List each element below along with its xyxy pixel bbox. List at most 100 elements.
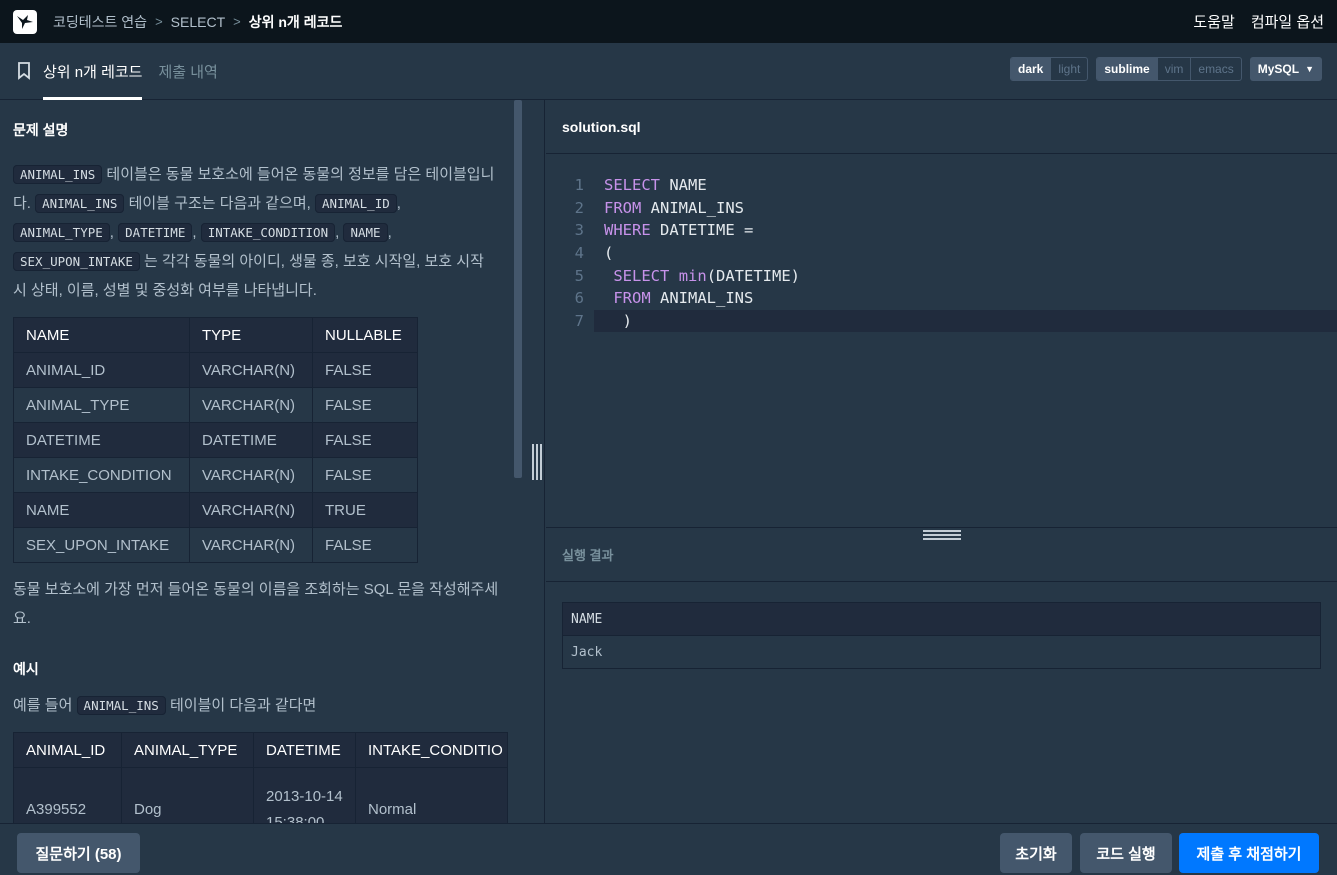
compile-options-link[interactable]: 컴파일 옵션 (1251, 11, 1324, 32)
table-header: INTAKE_CONDITIO (355, 732, 508, 768)
code-token: FROM (604, 198, 642, 217)
code-token: WHERE (604, 221, 651, 240)
help-link[interactable]: 도움말 (1193, 11, 1234, 32)
code-line[interactable]: 5 SELECT min (DATETIME) (546, 264, 1337, 287)
table-cell: Normal (355, 767, 508, 823)
code-line[interactable]: 6 FROM ANIMAL_INS (546, 287, 1337, 310)
editor-filename: solution.sql (546, 100, 1337, 154)
code-token: NAME (660, 176, 707, 195)
breadcrumb: 코딩테스트 연습 > SELECT > 상위 n개 레코드 (53, 12, 342, 32)
table-cell: TRUE (312, 492, 418, 528)
code-lines[interactable]: 1 SELECT NAME 2 FROM ANIMAL_INS 3 WHERE DATET… (546, 154, 1337, 333)
description-text: , (396, 195, 401, 212)
reset-button[interactable]: 초기화 (1000, 833, 1072, 873)
table-cell: INTAKE_CONDITION (13, 457, 190, 493)
table-row: Jack (562, 635, 1321, 669)
question-text: 동물 보호소에 가장 먼저 들어온 동물의 이름을 조회하는 SQL 문을 작성… (13, 581, 499, 627)
table-cell: FALSE (312, 352, 418, 388)
line-number: 1 (574, 176, 584, 195)
code-token: SELECT (613, 266, 670, 285)
table-header: DATETIME (253, 732, 356, 768)
code-line[interactable]: 3 WHERE DATETIME = (546, 219, 1337, 242)
table-header-row: NAME TYPE NULLABLE (13, 317, 418, 353)
chevron-right-icon: > (155, 14, 163, 29)
example-table: ANIMAL_ID ANIMAL_TYPE DATETIME INTAKE_CO… (13, 732, 508, 823)
keymap-emacs-option[interactable]: emacs (1190, 58, 1240, 80)
line-number: 7 (546, 311, 584, 330)
table-cell: VARCHAR(N) (189, 527, 313, 563)
keymap-vim-option[interactable]: vim (1156, 58, 1191, 80)
inline-code: ANIMAL_ID (315, 194, 397, 213)
example-intro-text: 테이블이 다음과 같다면 (165, 697, 317, 714)
theme-dark-option[interactable]: dark (1010, 58, 1051, 80)
code-token: min (678, 266, 707, 285)
problem-panel: 문제 설명 ANIMAL_INS 테이블은 동물 보호소에 들어온 동물의 정보… (0, 100, 545, 823)
tab-problem[interactable]: 상위 n개 레코드 (43, 43, 143, 100)
table-cell: A399552 (13, 767, 122, 823)
breadcrumb-current: 상위 n개 레코드 (248, 13, 343, 30)
code-token: SELECT (604, 176, 660, 195)
horizontal-resize-handle[interactable] (923, 530, 961, 540)
description-text: , (387, 224, 392, 241)
inline-code: DATETIME (118, 223, 193, 242)
bottom-bar: 질문하기 (58) 초기화 코드 실행 제출 후 채점하기 (0, 823, 1337, 875)
results-table: NAME Jack (562, 602, 1321, 669)
code-line[interactable]: 2 FROM ANIMAL_INS (546, 197, 1337, 220)
table-cell: VARCHAR(N) (189, 457, 313, 493)
inline-code: INTAKE_CONDITION (200, 223, 336, 242)
theme-toggle: dark light (1009, 57, 1089, 81)
language-select[interactable]: MySQL ▼ (1249, 57, 1322, 81)
questions-button[interactable]: 질문하기 (58) (17, 833, 140, 873)
table-cell: VARCHAR(N) (189, 352, 313, 388)
table-row: ANIMAL_ID VARCHAR(N) FALSE (13, 352, 418, 388)
description-text: 테이블 구조는 다음과 같으며, (124, 195, 316, 212)
caret-down-icon: ▼ (1305, 64, 1314, 74)
table-cell: VARCHAR(N) (189, 492, 313, 528)
code-line[interactable]: 1 SELECT NAME (546, 174, 1337, 197)
code-line[interactable]: 7 ) (546, 309, 1337, 333)
submit-button[interactable]: 제출 후 채점하기 (1179, 833, 1319, 873)
table-cell: FALSE (312, 387, 418, 423)
line-number: 6 (574, 289, 584, 308)
table-cell: ANIMAL_ID (13, 352, 190, 388)
code-line[interactable]: 4( (546, 242, 1337, 265)
inline-code: ANIMAL_INS (76, 696, 166, 715)
code-token: FROM (613, 289, 651, 308)
table-cell: Dog (121, 767, 254, 823)
run-code-button[interactable]: 코드 실행 (1080, 833, 1172, 873)
table-row: NAME VARCHAR(N) TRUE (13, 492, 418, 528)
code-token: ) (604, 311, 632, 330)
chevron-right-icon: > (233, 14, 241, 29)
programmers-logo-icon[interactable] (13, 9, 37, 34)
table-header: NAME (562, 602, 1321, 636)
line-number: 3 (574, 221, 584, 240)
tab-submissions[interactable]: 제출 내역 (158, 43, 217, 100)
table-row: INTAKE_CONDITION VARCHAR(N) FALSE (13, 457, 418, 493)
table-row: SEX_UPON_INTAKE VARCHAR(N) FALSE (13, 527, 418, 563)
table-cell: Jack (562, 635, 1321, 669)
description-text: , (109, 224, 119, 241)
code-token: DATETIME = (650, 221, 754, 240)
table-header: NAME (13, 317, 190, 353)
table-cell: FALSE (312, 422, 418, 458)
results-panel: 실행 결과 NAME Jack (546, 527, 1337, 823)
table-row: ANIMAL_TYPE VARCHAR(N) FALSE (13, 387, 418, 423)
breadcrumb-item[interactable]: SELECT (171, 14, 225, 30)
line-number: 5 (574, 266, 584, 285)
top-bar: 코딩테스트 연습 > SELECT > 상위 n개 레코드 도움말 컴파일 옵션 (0, 0, 1337, 43)
table-header: NULLABLE (312, 317, 418, 353)
keymap-sublime-option[interactable]: sublime (1097, 58, 1157, 80)
table-cell: ANIMAL_TYPE (13, 387, 190, 423)
theme-light-option[interactable]: light (1050, 58, 1087, 80)
bookmark-icon[interactable] (17, 62, 31, 80)
problem-scrollbar[interactable] (514, 100, 522, 478)
code-editor[interactable]: solution.sql 1 SELECT NAME 2 FROM ANIMAL_IN… (546, 100, 1337, 527)
language-label: MySQL (1257, 62, 1300, 76)
breadcrumb-item[interactable]: 코딩테스트 연습 (53, 12, 147, 32)
table-cell: VARCHAR(N) (189, 387, 313, 423)
code-token: ANIMAL_INS (641, 198, 744, 217)
vertical-resize-handle[interactable] (532, 444, 542, 480)
example-intro: 예를 들어 ANIMAL_INS 테이블이 다음과 같다면 (13, 691, 499, 720)
